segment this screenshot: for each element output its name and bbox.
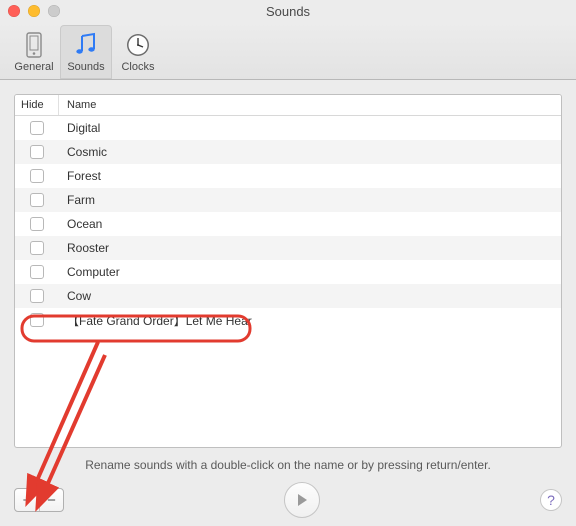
hide-checkbox[interactable] <box>30 289 44 303</box>
sound-name[interactable]: Computer <box>59 265 561 279</box>
sound-name[interactable]: Digital <box>59 121 561 135</box>
hide-cell <box>15 217 59 231</box>
tab-clocks[interactable]: Clocks <box>112 25 164 79</box>
play-icon <box>295 493 309 507</box>
toolbar: General Sounds Clocks <box>0 22 576 80</box>
sound-name[interactable]: 【Fate Grand Order】Let Me Hear <box>59 312 561 329</box>
hide-cell <box>15 289 59 303</box>
tab-label: Clocks <box>121 61 154 73</box>
sound-name[interactable]: Cosmic <box>59 145 561 159</box>
hide-checkbox[interactable] <box>30 217 44 231</box>
remove-button[interactable]: − <box>39 489 63 511</box>
sound-name[interactable]: Farm <box>59 193 561 207</box>
table-row[interactable]: Farm <box>15 188 561 212</box>
hide-cell <box>15 193 59 207</box>
tab-general[interactable]: General <box>8 25 60 79</box>
tab-label: General <box>14 61 53 73</box>
table-row[interactable]: Rooster <box>15 236 561 260</box>
column-name[interactable]: Name <box>59 95 561 115</box>
sound-name[interactable]: Rooster <box>59 241 561 255</box>
hide-cell <box>15 265 59 279</box>
titlebar: Sounds <box>0 0 576 22</box>
tab-sounds[interactable]: Sounds <box>60 25 112 79</box>
switch-icon <box>20 31 48 59</box>
table-row[interactable]: Forest <box>15 164 561 188</box>
hide-checkbox[interactable] <box>30 313 44 327</box>
table-row[interactable]: Digital <box>15 116 561 140</box>
hide-cell <box>15 169 59 183</box>
table-row[interactable]: Cow <box>15 284 561 308</box>
table-row[interactable]: Ocean <box>15 212 561 236</box>
play-button[interactable] <box>284 482 320 518</box>
hide-checkbox[interactable] <box>30 121 44 135</box>
hide-checkbox[interactable] <box>30 241 44 255</box>
sound-name[interactable]: Ocean <box>59 217 561 231</box>
hint-text: Rename sounds with a double-click on the… <box>14 448 562 480</box>
add-remove-stepper: + − <box>14 488 64 512</box>
hide-checkbox[interactable] <box>30 169 44 183</box>
window-title: Sounds <box>0 4 576 19</box>
tab-label: Sounds <box>67 61 104 73</box>
sound-name[interactable]: Forest <box>59 169 561 183</box>
hide-checkbox[interactable] <box>30 145 44 159</box>
add-button[interactable]: + <box>15 489 39 511</box>
hide-cell <box>15 121 59 135</box>
clock-icon <box>124 31 152 59</box>
music-note-icon <box>72 31 100 59</box>
hide-cell <box>15 241 59 255</box>
sounds-table: Hide Name Digital Cosmic Forest Farm Ocean Ro… <box>14 94 562 448</box>
table-body: Digital Cosmic Forest Farm Ocean Rooster Compu… <box>15 116 561 447</box>
table-row[interactable]: Computer <box>15 260 561 284</box>
bottom-bar: + − ? <box>14 480 562 516</box>
table-row[interactable]: Cosmic <box>15 140 561 164</box>
hide-checkbox[interactable] <box>30 265 44 279</box>
column-hide[interactable]: Hide <box>15 95 59 115</box>
content: Hide Name Digital Cosmic Forest Farm Ocean Ro… <box>0 80 576 526</box>
sound-name[interactable]: Cow <box>59 289 561 303</box>
help-button[interactable]: ? <box>540 489 562 511</box>
table-header: Hide Name <box>15 95 561 116</box>
table-row[interactable]: 【Fate Grand Order】Let Me Hear <box>15 308 561 332</box>
hide-cell <box>15 313 59 327</box>
hide-cell <box>15 145 59 159</box>
hide-checkbox[interactable] <box>30 193 44 207</box>
